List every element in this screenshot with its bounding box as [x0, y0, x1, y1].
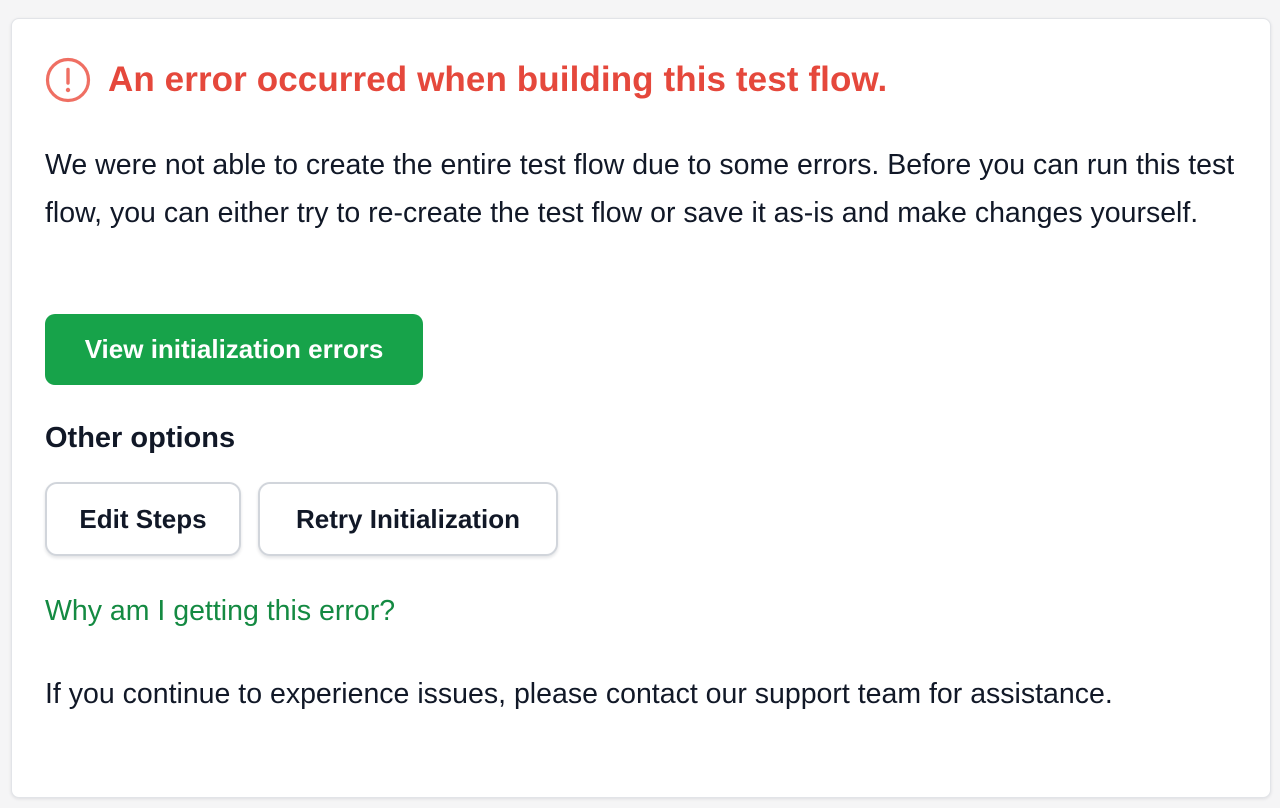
error-title: An error occurred when building this tes…: [108, 60, 888, 99]
error-header: An error occurred when building this tes…: [45, 57, 887, 103]
edit-steps-button[interactable]: Edit Steps: [45, 482, 241, 556]
error-card: An error occurred when building this tes…: [11, 18, 1271, 798]
help-link[interactable]: Why am I getting this error?: [45, 595, 395, 628]
retry-initialization-button[interactable]: Retry Initialization: [258, 482, 558, 556]
error-description: We were not able to create the entire te…: [45, 149, 1235, 229]
other-options-heading: Other options: [45, 422, 236, 454]
support-message: If you continue to experience issues, pl…: [45, 678, 1113, 710]
view-initialization-errors-button[interactable]: View initialization errors: [45, 314, 423, 385]
alert-circle-icon: [45, 57, 91, 103]
